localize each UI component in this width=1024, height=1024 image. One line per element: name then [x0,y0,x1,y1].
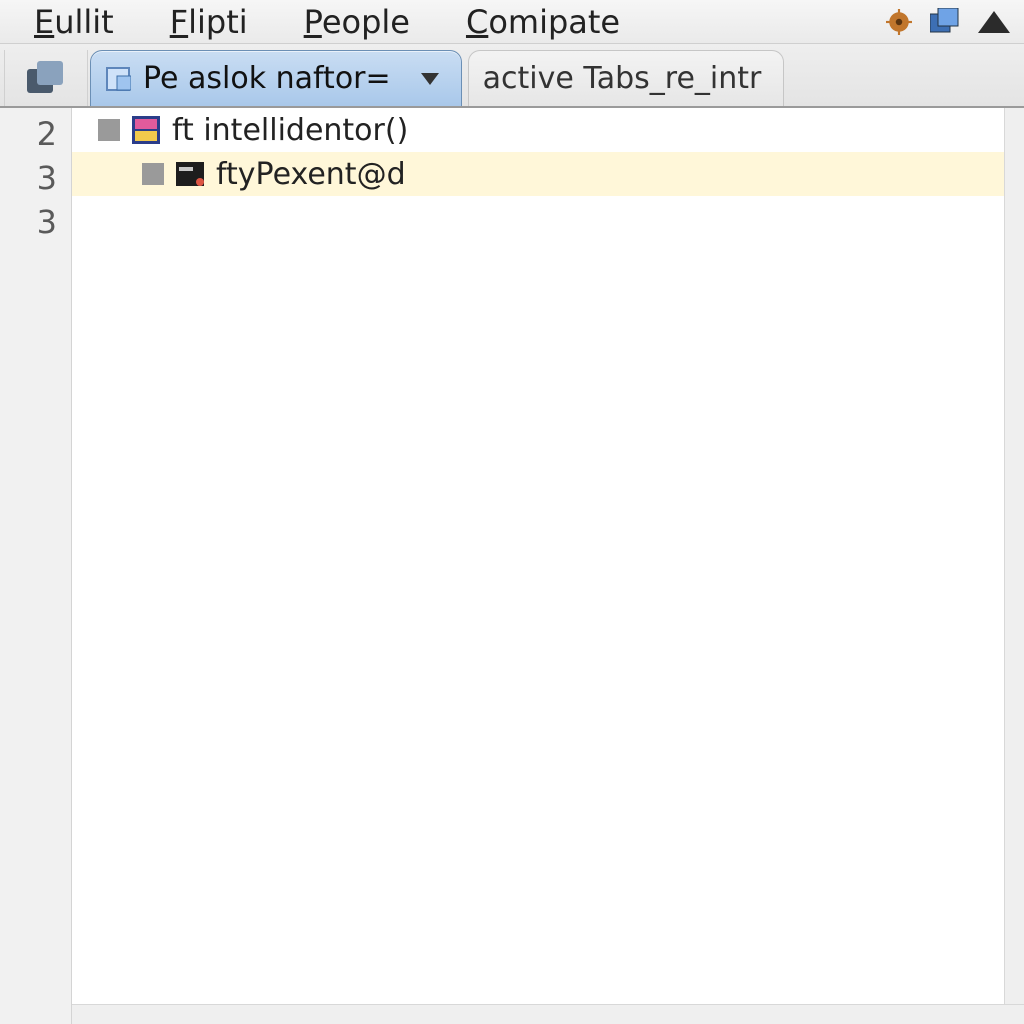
file-icon-colorful [132,116,160,144]
file-icon-dark [176,162,204,186]
menu-accel-char: F [170,3,188,41]
tab-strip: Pe aslok naftor= active Tabs_re_intr [0,44,1024,108]
breakpoint-marker[interactable] [142,163,164,185]
menu-item-flipti[interactable]: Flipti [142,3,276,41]
horizontal-scrollbar[interactable] [72,1004,1024,1024]
menu-item-comipate[interactable]: Comipate [438,3,648,41]
menu-item-people[interactable]: People [276,3,438,41]
menu-accel-char: P [304,3,322,41]
tab-label: active Tabs_re_intr [483,61,762,96]
toolbar-button-copy-stack[interactable] [4,50,88,106]
gear-icon[interactable] [886,9,912,35]
menu-label: omipate [488,3,620,41]
tab-label: Pe aslok naftor= [143,61,391,96]
menu-right-icons [886,8,1018,36]
chevron-down-icon[interactable] [421,73,439,85]
code-line[interactable]: ftyPexent@d [72,152,1024,196]
line-number: 3 [0,200,71,244]
vertical-scrollbar[interactable] [1004,108,1024,1024]
breakpoint-marker[interactable] [98,119,120,141]
document-icon [105,66,131,92]
workspace: 2 3 3 ft intellidentor() ftyPexent@d [0,108,1024,1024]
windows-stack-icon[interactable] [930,8,960,36]
tab-active[interactable]: Pe aslok naftor= [90,50,462,106]
menu-label: ullit [54,3,114,41]
tab-inactive[interactable]: active Tabs_re_intr [468,50,785,106]
triangle-up-icon[interactable] [978,11,1010,33]
menu-label: lipti [188,3,248,41]
code-text: ft intellidentor() [172,113,408,148]
menu-item-eullit[interactable]: Eullit [6,3,142,41]
line-number-gutter: 2 3 3 [0,108,72,1024]
menu-accel-char: C [466,3,488,41]
code-line[interactable]: ft intellidentor() [72,108,1024,152]
line-number: 3 [0,156,71,200]
menu-bar: Eullit Flipti People Comipate [0,0,1024,44]
code-text: ftyPexent@d [216,157,406,192]
code-editor[interactable]: ft intellidentor() ftyPexent@d [72,108,1024,1024]
menu-label: eople [322,3,410,41]
line-number: 2 [0,112,71,156]
copy-stack-icon [27,61,65,95]
menu-accel-char: E [34,3,54,41]
